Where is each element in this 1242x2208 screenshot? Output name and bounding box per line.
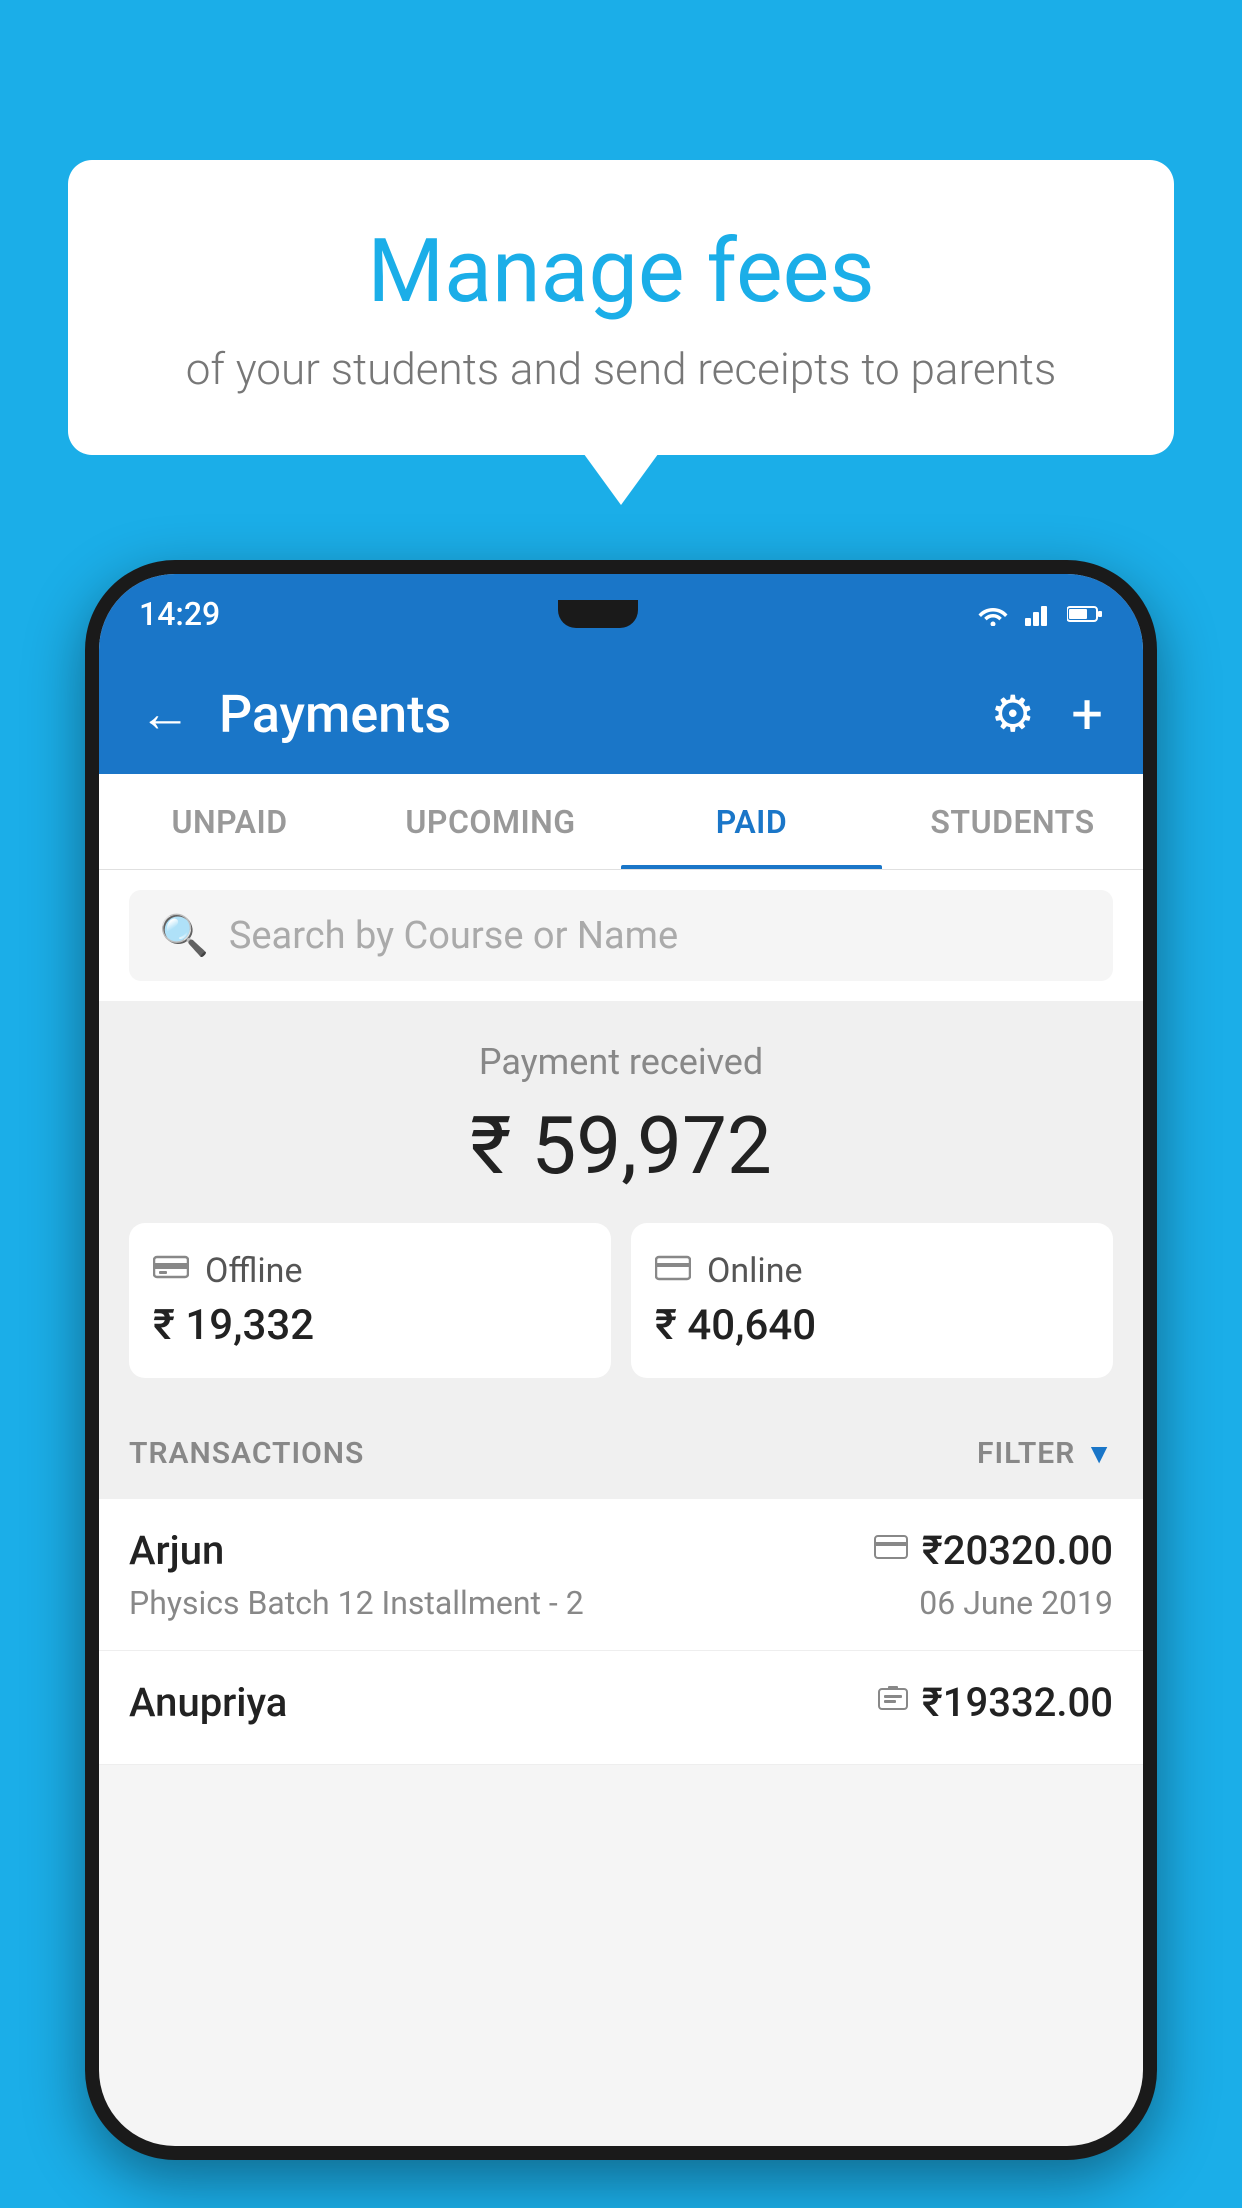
transaction-course: Physics Batch 12 Installment - 2	[129, 1584, 584, 1622]
filter-button[interactable]: FILTER ▼	[977, 1436, 1113, 1471]
status-time: 14:29	[139, 595, 220, 633]
offline-card: Offline ₹ 19,332	[129, 1223, 611, 1378]
transaction-bottom: Physics Batch 12 Installment - 2 06 June…	[129, 1584, 1113, 1622]
back-button[interactable]: ←	[139, 688, 191, 740]
transaction-amount-container: ₹19332.00	[878, 1679, 1113, 1726]
offline-label: Offline	[205, 1251, 302, 1291]
transaction-top: Arjun ₹20320.00	[129, 1527, 1113, 1574]
transaction-name: Anupriya	[129, 1679, 287, 1726]
transaction-date: 06 June 2019	[919, 1584, 1113, 1622]
status-icons	[975, 602, 1103, 626]
transactions-header: TRANSACTIONS FILTER ▼	[99, 1408, 1143, 1499]
search-container: 🔍 Search by Course or Name	[99, 870, 1143, 1001]
transaction-name: Arjun	[129, 1527, 224, 1574]
payment-cards: Offline ₹ 19,332	[129, 1223, 1113, 1378]
tab-upcoming[interactable]: UPCOMING	[360, 774, 621, 869]
speech-bubble-container: Manage fees of your students and send re…	[68, 160, 1174, 455]
search-placeholder: Search by Course or Name	[229, 914, 678, 958]
battery-icon	[1067, 604, 1103, 624]
transaction-type-icon	[878, 1685, 908, 1721]
speech-bubble: Manage fees of your students and send re…	[68, 160, 1174, 455]
online-card: Online ₹ 40,640	[631, 1223, 1113, 1378]
signal-icon	[1025, 602, 1053, 626]
transaction-amount: ₹19332.00	[922, 1679, 1113, 1726]
app-bar-actions: ⚙ +	[990, 681, 1103, 747]
offline-card-header: Offline	[153, 1251, 587, 1291]
offline-icon	[153, 1251, 189, 1291]
transaction-amount-container: ₹20320.00	[874, 1527, 1113, 1574]
add-button[interactable]: +	[1071, 681, 1103, 747]
status-bar: 14:29	[99, 574, 1143, 654]
tab-paid[interactable]: PAID	[621, 774, 882, 869]
transaction-amount: ₹20320.00	[922, 1527, 1113, 1574]
wifi-icon	[975, 602, 1011, 626]
online-label: Online	[707, 1251, 803, 1291]
tab-unpaid[interactable]: UNPAID	[99, 774, 360, 869]
table-row[interactable]: Anupriya ₹19332.00	[99, 1651, 1143, 1765]
payment-received-label: Payment received	[129, 1041, 1113, 1083]
phone-container: 14:29	[85, 560, 1157, 2160]
online-amount: ₹ 40,640	[655, 1301, 1089, 1350]
settings-icon[interactable]: ⚙	[990, 685, 1035, 744]
filter-label: FILTER	[977, 1436, 1075, 1471]
online-card-header: Online	[655, 1251, 1089, 1291]
search-icon: 🔍	[159, 912, 209, 959]
online-icon	[655, 1251, 691, 1291]
offline-amount: ₹ 19,332	[153, 1301, 587, 1350]
app-bar-title: Payments	[219, 684, 990, 745]
tabs-bar: UNPAID UPCOMING PAID STUDENTS	[99, 774, 1143, 870]
transaction-type-icon	[874, 1533, 908, 1568]
bubble-subtitle: of your students and send receipts to pa…	[148, 343, 1094, 395]
transactions-label: TRANSACTIONS	[129, 1436, 364, 1471]
filter-icon: ▼	[1085, 1437, 1113, 1470]
phone-screen: 14:29	[99, 574, 1143, 2146]
payment-total-amount: ₹ 59,972	[129, 1099, 1113, 1193]
app-bar: ← Payments ⚙ +	[99, 654, 1143, 774]
notch	[558, 600, 638, 628]
phone-frame: 14:29	[85, 560, 1157, 2160]
search-box[interactable]: 🔍 Search by Course or Name	[129, 890, 1113, 981]
bubble-title: Manage fees	[148, 220, 1094, 323]
payment-summary: Payment received ₹ 59,972	[99, 1001, 1143, 1408]
tab-students[interactable]: STUDENTS	[882, 774, 1143, 869]
transaction-top: Anupriya ₹19332.00	[129, 1679, 1113, 1726]
table-row[interactable]: Arjun ₹20320.00 Physics Batch 12 Install…	[99, 1499, 1143, 1651]
